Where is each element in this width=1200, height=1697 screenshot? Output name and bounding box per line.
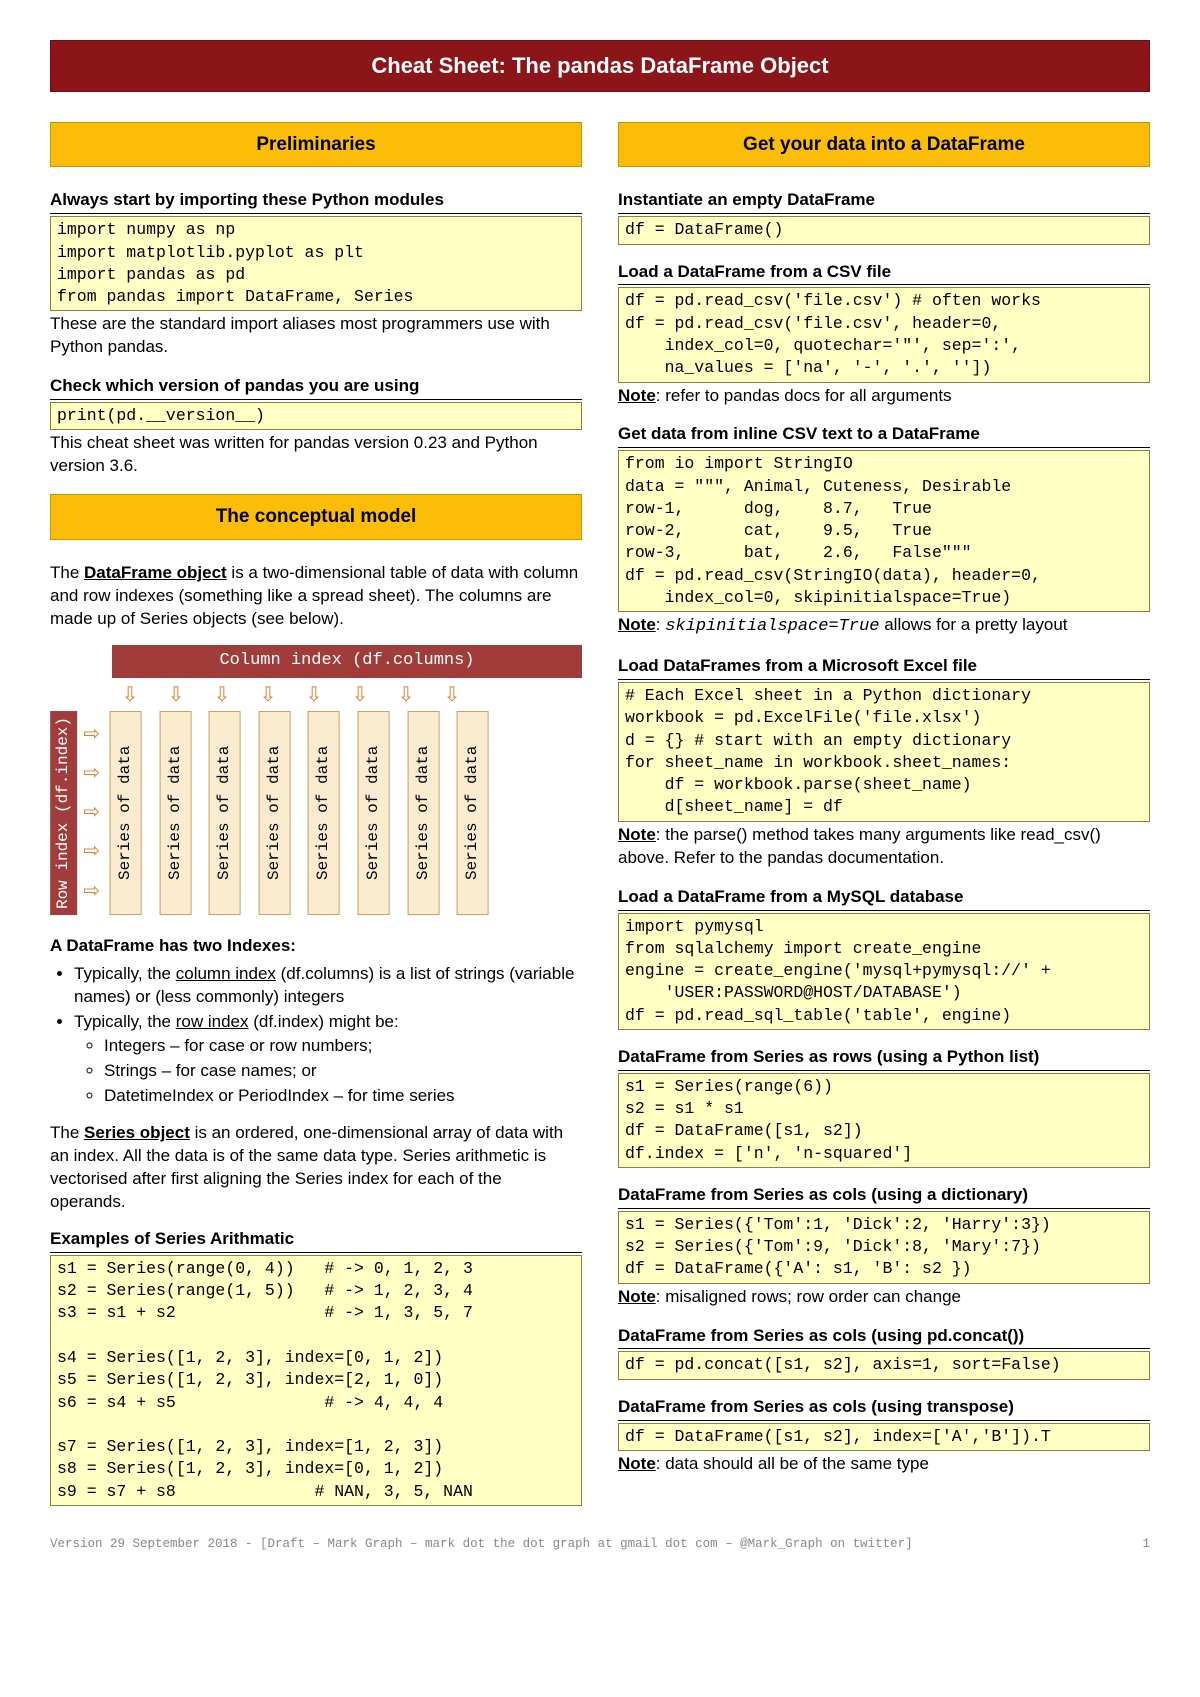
down-arrow-icon: ⇩ [438,682,466,709]
dataframe-diagram: Column index (df.columns) ⇩ ⇩ ⇩ ⇩ ⇩ ⇩ ⇩ … [50,645,582,915]
subhead-inline-csv: Get data from inline CSV text to a DataF… [618,423,1150,448]
subhead-series-rows: DataFrame from Series as rows (using a P… [618,1046,1150,1071]
subhead-series-cols-transpose: DataFrame from Series as cols (using tra… [618,1396,1150,1421]
note-csv: Note: refer to pandas docs for all argum… [618,385,1150,408]
content-columns: Preliminaries Always start by importing … [50,122,1150,1506]
subhead-empty-df: Instantiate an empty DataFrame [618,189,1150,214]
down-arrow-icon: ⇩ [116,682,144,709]
code-inline-csv: from io import StringIO data = """, Anim… [618,450,1150,612]
right-arrow-icon: ⇨ [83,799,100,826]
diagram-series-cell: Series of data [259,711,291,915]
right-arrow-icon: ⇨ [83,838,100,865]
down-arrow-icon: ⇩ [346,682,374,709]
note-inline-csv: Note: skipinitialspace=True allows for a… [618,614,1150,639]
down-arrow-icon: ⇩ [162,682,190,709]
code-series-cols-dict: s1 = Series({'Tom':1, 'Dick':2, 'Harry':… [618,1211,1150,1284]
code-empty-df: df = DataFrame() [618,216,1150,244]
diagram-series-cell: Series of data [358,711,390,915]
diagram-right-arrows: ⇨ ⇨ ⇨ ⇨ ⇨ [83,711,100,915]
diagram-series-cell: Series of data [408,711,440,915]
code-series-arithmetic: s1 = Series(range(0, 4)) # -> 0, 1, 2, 3… [50,1255,582,1506]
section-conceptual: The conceptual model [50,494,582,540]
right-arrow-icon: ⇨ [83,760,100,787]
footer-version: Version 29 September 2018 - [Draft – Mar… [50,1536,913,1553]
left-column: Preliminaries Always start by importing … [50,122,582,1506]
list-item: DatetimeIndex or PeriodIndex – for time … [104,1085,582,1108]
diagram-series-cell: Series of data [308,711,340,915]
para-imports: These are the standard import aliases mo… [50,313,582,359]
subhead-version: Check which version of pandas you are us… [50,375,582,400]
page-footer: Version 29 September 2018 - [Draft – Mar… [50,1536,1150,1553]
diagram-series-cell: Series of data [457,711,489,915]
down-arrow-icon: ⇩ [208,682,236,709]
diagram-column-index: Column index (df.columns) [112,645,582,678]
diagram-row-index: Row index (df.index) [50,711,77,915]
list-item: Typically, the row index (df.index) migh… [74,1011,582,1109]
code-excel: # Each Excel sheet in a Python dictionar… [618,682,1150,822]
code-imports: import numpy as np import matplotlib.pyp… [50,216,582,311]
page-number: 1 [1142,1536,1150,1553]
diagram-series-cell: Series of data [160,711,192,915]
section-get-data: Get your data into a DataFrame [618,122,1150,168]
list-item: Typically, the column index (df.columns)… [74,963,582,1009]
down-arrow-icon: ⇩ [254,682,282,709]
right-arrow-icon: ⇨ [83,878,100,905]
down-arrow-icon: ⇩ [392,682,420,709]
diagram-series-cell: Series of data [209,711,241,915]
code-series-cols-transpose: df = DataFrame([s1, s2], index=['A','B']… [618,1423,1150,1451]
right-column: Get your data into a DataFrame Instantia… [618,122,1150,1506]
note-series-cols-dict: Note: misaligned rows; row order can cha… [618,1286,1150,1309]
para-dataframe-def: The DataFrame object is a two-dimensiona… [50,562,582,631]
diagram-series-cell: Series of data [110,711,142,915]
subhead-series-arithmetic: Examples of Series Arithmatic [50,1228,582,1253]
para-series-def: The Series object is an ordered, one-dim… [50,1122,582,1214]
code-csv: df = pd.read_csv('file.csv') # often wor… [618,287,1150,382]
list-item: Integers – for case or row numbers; [104,1035,582,1058]
subhead-excel: Load DataFrames from a Microsoft Excel f… [618,655,1150,680]
code-version: print(pd.__version__) [50,402,582,430]
subhead-series-cols-concat: DataFrame from Series as cols (using pd.… [618,1325,1150,1350]
note-excel: Note: the parse() method takes many argu… [618,824,1150,870]
note-series-cols-transpose: Note: data should all be of the same typ… [618,1453,1150,1476]
subhead-two-indexes: A DataFrame has two Indexes: [50,935,582,959]
diagram-down-arrows: ⇩ ⇩ ⇩ ⇩ ⇩ ⇩ ⇩ ⇩ [112,682,582,709]
subhead-series-cols-dict: DataFrame from Series as cols (using a d… [618,1184,1150,1209]
code-series-rows: s1 = Series(range(6)) s2 = s1 * s1 df = … [618,1073,1150,1168]
subhead-csv: Load a DataFrame from a CSV file [618,261,1150,286]
subhead-imports: Always start by importing these Python m… [50,189,582,214]
subhead-mysql: Load a DataFrame from a MySQL database [618,886,1150,911]
para-version: This cheat sheet was written for pandas … [50,432,582,478]
code-mysql: import pymysql from sqlalchemy import cr… [618,913,1150,1030]
list-item: Strings – for case names; or [104,1060,582,1083]
right-arrow-icon: ⇨ [83,721,100,748]
page-title: Cheat Sheet: The pandas DataFrame Object [50,40,1150,92]
section-preliminaries: Preliminaries [50,122,582,168]
indexes-list: Typically, the column index (df.columns)… [50,963,582,1109]
code-series-cols-concat: df = pd.concat([s1, s2], axis=1, sort=Fa… [618,1351,1150,1379]
down-arrow-icon: ⇩ [300,682,328,709]
